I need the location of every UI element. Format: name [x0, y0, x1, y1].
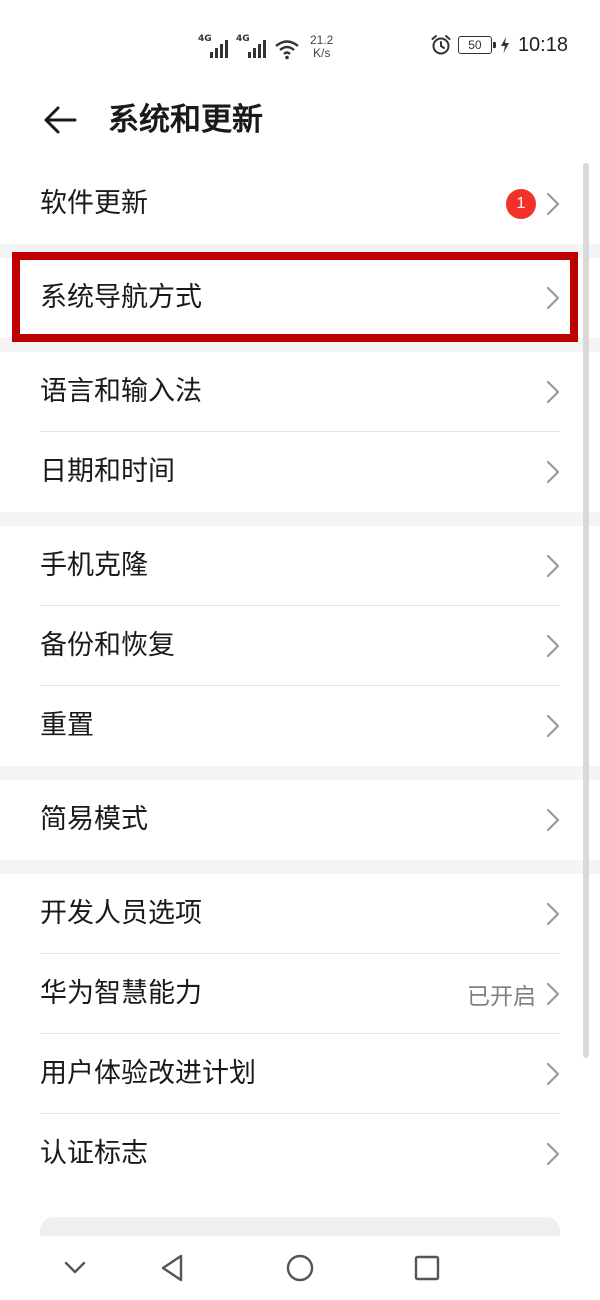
- arrow-left-icon: [44, 106, 77, 134]
- settings-group: 语言和输入法 日期和时间: [0, 352, 600, 512]
- item-label: 华为智慧能力: [40, 978, 202, 1009]
- update-badge: 1: [506, 189, 536, 219]
- settings-item-date-time[interactable]: 日期和时间: [0, 432, 600, 512]
- recents-square-icon: [414, 1255, 440, 1281]
- settings-item-phone-clone[interactable]: 手机克隆: [0, 526, 600, 606]
- net-speed-unit: K/s: [313, 46, 331, 60]
- group-separator: [0, 244, 600, 258]
- wifi-icon: [275, 40, 299, 60]
- chevron-right-icon: [546, 1062, 560, 1086]
- settings-item-user-experience[interactable]: 用户体验改进计划: [0, 1034, 600, 1114]
- battery-level: 50: [468, 38, 482, 52]
- chevron-right-icon: [546, 192, 560, 216]
- chevron-down-icon: [64, 1261, 86, 1274]
- chevron-right-icon: [546, 286, 560, 310]
- item-label: 软件更新: [40, 188, 148, 219]
- settings-item-developer-options[interactable]: 开发人员选项: [0, 874, 600, 954]
- page-title: 系统和更新: [108, 102, 263, 138]
- settings-item-reset[interactable]: 重置: [0, 686, 600, 766]
- back-triangle-icon: [161, 1254, 183, 1282]
- settings-item-backup-restore[interactable]: 备份和恢复: [0, 606, 600, 686]
- chevron-right-icon: [546, 808, 560, 832]
- settings-group: 开发人员选项 华为智慧能力 已开启 用户体验改进计划 认证标志: [0, 874, 600, 1194]
- settings-group: 简易模式: [0, 780, 600, 860]
- nav-home-button[interactable]: [282, 1250, 318, 1286]
- settings-item-software-update[interactable]: 软件更新 1: [0, 164, 600, 244]
- settings-group: 系统导航方式: [0, 258, 600, 338]
- item-label: 日期和时间: [40, 456, 175, 487]
- chevron-right-icon: [546, 902, 560, 926]
- chevron-right-icon: [546, 1142, 560, 1166]
- settings-item-certification[interactable]: 认证标志: [0, 1114, 600, 1194]
- bottom-card: [40, 1217, 560, 1237]
- chevron-right-icon: [546, 634, 560, 658]
- home-circle-icon: [286, 1254, 314, 1282]
- chevron-right-icon: [546, 380, 560, 404]
- item-label: 备份和恢复: [40, 630, 175, 661]
- status-signals: 4G 4G 21.2 K/s: [198, 30, 333, 60]
- settings-item-system-navigation[interactable]: 系统导航方式: [0, 258, 600, 338]
- net-speed: 21.2 K/s: [310, 34, 333, 60]
- settings-item-simple-mode[interactable]: 简易模式: [0, 780, 600, 860]
- item-label: 系统导航方式: [40, 282, 202, 313]
- group-separator: [0, 338, 600, 352]
- nav-hide-button[interactable]: [57, 1250, 93, 1286]
- chevron-right-icon: [546, 554, 560, 578]
- battery-icon: 50: [457, 36, 496, 54]
- cell-signal-icon: 4G: [236, 34, 266, 60]
- chevron-right-icon: [546, 982, 560, 1006]
- nav-back-button[interactable]: [154, 1250, 190, 1286]
- group-separator: [0, 512, 600, 526]
- charging-bolt-icon: [500, 37, 509, 53]
- status-right: 50 10:18: [430, 30, 568, 60]
- item-label: 认证标志: [40, 1138, 148, 1169]
- cell-signal-icon: 4G: [198, 34, 228, 60]
- settings-group: 手机克隆 备份和恢复 重置: [0, 526, 600, 766]
- chevron-right-icon: [546, 460, 560, 484]
- item-label: 语言和输入法: [40, 376, 202, 407]
- item-label: 简易模式: [40, 804, 148, 835]
- item-label: 用户体验改进计划: [40, 1058, 256, 1089]
- app-header: 系统和更新: [0, 88, 600, 152]
- settings-list: 软件更新 1 系统导航方式 语言和输入法 日期和时间 手机克隆 备份和恢复 重置…: [0, 164, 600, 1194]
- alarm-icon: [431, 35, 451, 55]
- group-separator: [0, 766, 600, 780]
- settings-item-huawei-ai[interactable]: 华为智慧能力 已开启: [0, 954, 600, 1034]
- nav-recents-button[interactable]: [409, 1250, 445, 1286]
- item-label: 开发人员选项: [40, 898, 202, 929]
- item-label: 重置: [40, 710, 94, 741]
- status-time: 10:18: [517, 33, 568, 56]
- settings-item-language-input[interactable]: 语言和输入法: [0, 352, 600, 432]
- settings-group: 软件更新 1: [0, 164, 600, 244]
- item-label: 手机克隆: [40, 550, 148, 581]
- scrollbar[interactable]: [583, 163, 589, 1058]
- chevron-right-icon: [546, 714, 560, 738]
- navigation-bar: [0, 1236, 600, 1300]
- status-bar: 4G 4G 21.2 K/s 50 10:18: [0, 0, 600, 88]
- item-status-text: 已开启: [467, 984, 536, 1010]
- group-separator: [0, 860, 600, 874]
- back-button[interactable]: [40, 100, 80, 140]
